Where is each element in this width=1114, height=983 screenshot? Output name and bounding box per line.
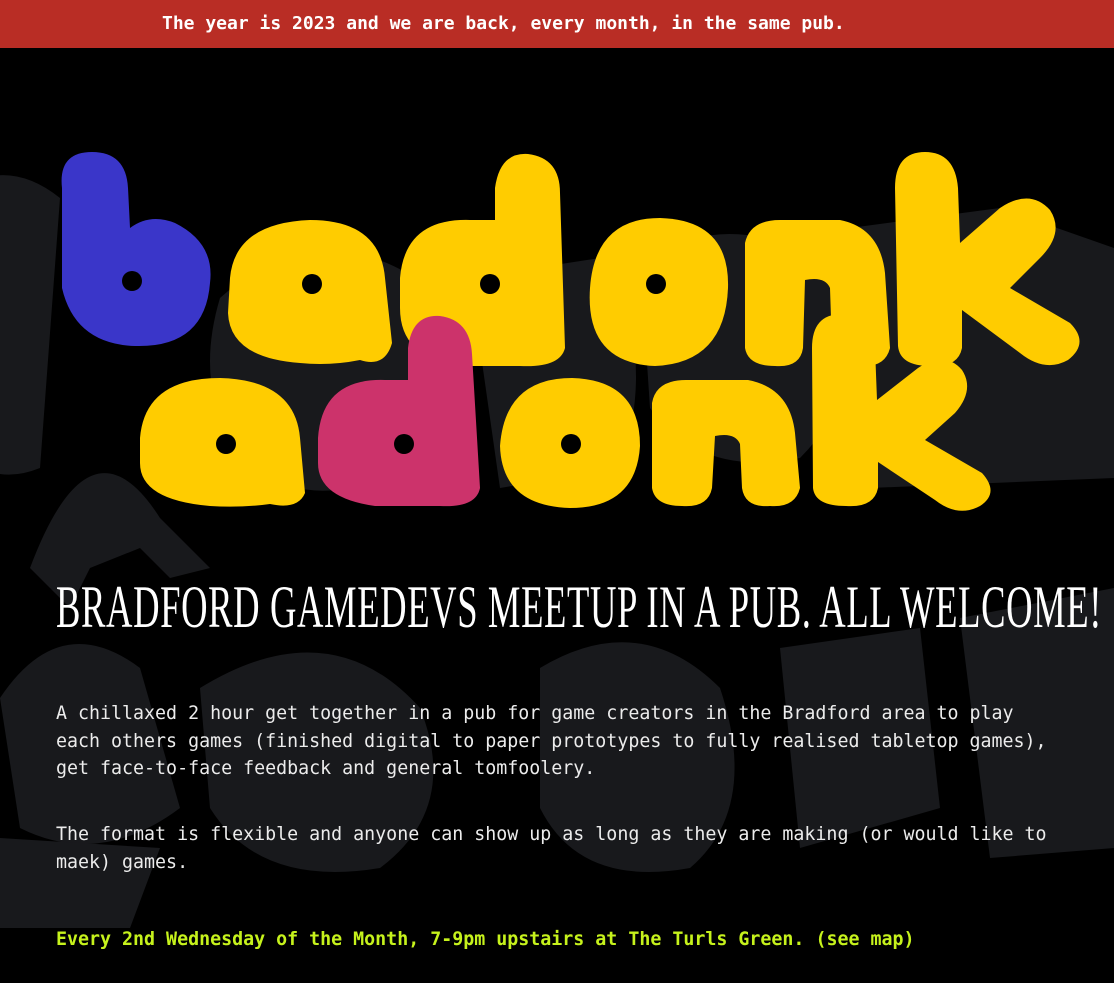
logo-letter-a1 [228, 220, 392, 364]
page-headline: BRADFORD GAMEDEVS MEETUP IN A PUB. ALL W… [56, 574, 1103, 640]
schedule-text: Every 2nd Wednesday of the Month, 7-9pm … [56, 929, 805, 950]
announcement-text: The year is 2023 and we are back, every … [162, 13, 845, 34]
logo-letter-o2 [500, 378, 640, 508]
logo-letter-n2 [652, 380, 800, 507]
logo-letter-b [61, 152, 211, 347]
logo-letter-a2 [140, 378, 305, 507]
meetup-schedule: Every 2nd Wednesday of the Month, 7-9pm … [56, 927, 915, 953]
announcement-banner: The year is 2023 and we are back, every … [0, 0, 1114, 48]
logo-letter-o1 [589, 218, 729, 366]
intro-paragraph: A chillaxed 2 hour get together in a pub… [56, 703, 1047, 779]
badonk-adonk-logo [0, 48, 1114, 522]
see-map-link[interactable]: (see map) [815, 929, 914, 950]
format-paragraph: The format is flexible and anyone can sh… [56, 824, 1047, 873]
logo-letter-k1 [895, 152, 1080, 367]
